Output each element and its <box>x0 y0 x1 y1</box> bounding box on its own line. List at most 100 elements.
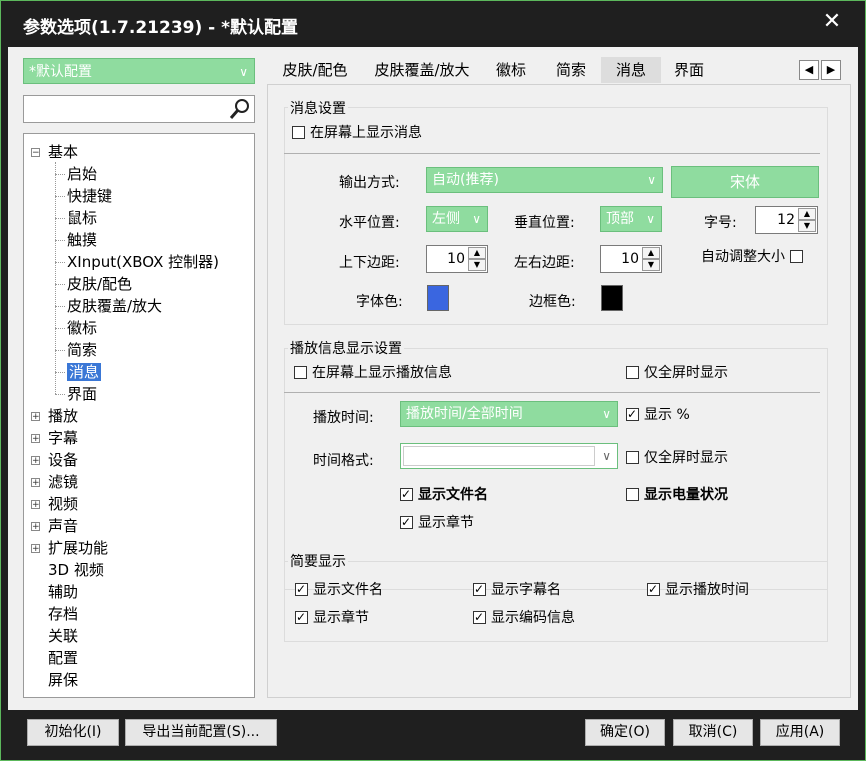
tab-next-icon[interactable]: ▶ <box>821 60 841 80</box>
tree-item[interactable]: 基本 <box>48 142 78 162</box>
spin-up-icon[interactable]: ▲ <box>468 247 486 259</box>
brief-codec-checkbox[interactable]: 显示编码信息 <box>473 608 575 627</box>
profile-value: *默认配置 <box>29 64 92 80</box>
tree-item[interactable]: 声音 <box>48 516 78 536</box>
close-icon[interactable]: ✕ <box>819 9 845 35</box>
settings-tree[interactable]: − 基本 启始 快捷键 鼠标 触摸 XInput(XBOX 控制器) 皮肤/配色 皮肤覆盖/放大… <box>23 133 255 698</box>
search-icon[interactable] <box>228 97 252 121</box>
expand-icon[interactable]: + <box>31 544 40 554</box>
tab-interface[interactable]: 界面 <box>669 57 709 83</box>
expand-icon[interactable]: + <box>31 500 40 510</box>
font-button[interactable]: 宋体 <box>671 166 819 198</box>
play-time-dropdown[interactable]: 播放时间/全部时间 ∨ <box>400 401 618 427</box>
checkbox-box[interactable] <box>400 485 413 503</box>
checkbox-box[interactable] <box>294 366 307 379</box>
tree-item[interactable]: 关联 <box>48 626 78 646</box>
show-percent-checkbox[interactable]: 显示 % <box>626 405 690 424</box>
brief-subtitle-checkbox[interactable]: 显示字幕名 <box>473 580 561 599</box>
search-input[interactable] <box>23 95 255 123</box>
tree-item[interactable]: 播放 <box>48 406 78 426</box>
output-mode-dropdown[interactable]: 自动(推荐) ∨ <box>426 167 663 193</box>
expand-icon[interactable]: + <box>31 456 40 466</box>
show-battery-checkbox[interactable]: 显示电量状况 <box>626 486 728 504</box>
fullscreen-only-checkbox[interactable]: 仅全屏时显示 <box>626 364 728 382</box>
vmargin-stepper[interactable]: 10 ▲ ▼ <box>426 245 488 273</box>
checkbox-box[interactable] <box>647 580 660 598</box>
checkbox-box[interactable] <box>626 366 639 379</box>
tree-item[interactable]: 扩展功能 <box>48 538 108 558</box>
tree-item[interactable]: 视频 <box>48 494 78 514</box>
checkbox-box[interactable] <box>295 580 308 598</box>
brief-filename-checkbox[interactable]: 显示文件名 <box>295 580 383 599</box>
tree-item[interactable]: 3D 视频 <box>48 560 104 580</box>
spin-down-icon[interactable]: ▼ <box>642 259 660 271</box>
checkbox-box[interactable] <box>292 126 305 139</box>
checkbox-box[interactable] <box>473 580 486 598</box>
cancel-button[interactable]: 取消(C) <box>673 719 753 746</box>
tab-skin-overlay[interactable]: 皮肤覆盖/放大 <box>367 57 477 83</box>
expand-icon[interactable]: + <box>31 434 40 444</box>
footer-bar: 初始化(I) 导出当前配置(S)... 确定(O) 取消(C) 应用(A) <box>1 710 865 760</box>
checkbox-box[interactable] <box>295 608 308 626</box>
tree-item[interactable]: 设备 <box>48 450 78 470</box>
tree-item[interactable]: 皮肤覆盖/放大 <box>67 296 162 316</box>
autosize-checkbox[interactable]: 自动调整大小 <box>701 248 803 266</box>
init-button[interactable]: 初始化(I) <box>27 719 119 746</box>
checkbox-box[interactable] <box>400 513 413 531</box>
tree-item[interactable]: 触摸 <box>67 230 97 250</box>
tab-logo[interactable]: 徽标 <box>491 57 531 83</box>
spin-down-icon[interactable]: ▼ <box>798 220 816 232</box>
checkbox-box[interactable] <box>626 488 639 501</box>
tree-item[interactable]: 徽标 <box>67 318 97 338</box>
tab-skin-color[interactable]: 皮肤/配色 <box>277 57 353 83</box>
checkbox-box[interactable] <box>473 608 486 626</box>
hmargin-value: 10 <box>621 251 639 267</box>
show-chapter-checkbox[interactable]: 显示章节 <box>400 513 474 532</box>
tree-item[interactable]: XInput(XBOX 控制器) <box>67 252 219 272</box>
expand-icon[interactable]: + <box>31 522 40 532</box>
brief-chapter-checkbox[interactable]: 显示章节 <box>295 608 369 627</box>
show-play-info-checkbox[interactable]: 在屏幕上显示播放信息 <box>294 364 452 382</box>
tree-item[interactable]: 存档 <box>48 604 78 624</box>
export-config-button[interactable]: 导出当前配置(S)... <box>125 719 277 746</box>
tree-item[interactable]: 消息 <box>67 362 102 382</box>
brief-playtime-checkbox[interactable]: 显示播放时间 <box>647 580 749 599</box>
tree-item[interactable]: 界面 <box>67 384 97 404</box>
apply-button[interactable]: 应用(A) <box>760 719 840 746</box>
checkbox-box[interactable] <box>626 405 639 423</box>
time-format-dropdown[interactable]: ∨ <box>400 443 618 469</box>
tree-item[interactable]: 字幕 <box>48 428 78 448</box>
tree-item[interactable]: 皮肤/配色 <box>67 274 132 294</box>
hpos-dropdown[interactable]: 左侧 ∨ <box>426 206 488 232</box>
show-filename-checkbox[interactable]: 显示文件名 <box>400 485 488 504</box>
spin-down-icon[interactable]: ▼ <box>468 259 486 271</box>
tree-item[interactable]: 快捷键 <box>67 186 112 206</box>
spin-up-icon[interactable]: ▲ <box>642 247 660 259</box>
tree-item[interactable]: 辅助 <box>48 582 78 602</box>
checkbox-box[interactable] <box>790 250 803 263</box>
profile-dropdown[interactable]: *默认配置 ∨ <box>23 58 255 84</box>
expand-icon[interactable]: + <box>31 412 40 422</box>
tab-message[interactable]: 消息 <box>601 57 661 83</box>
tab-search[interactable]: 简索 <box>551 57 591 83</box>
size-stepper[interactable]: 12 ▲ ▼ <box>755 206 818 234</box>
border-color-swatch[interactable] <box>601 285 623 311</box>
checkbox-box[interactable] <box>626 451 639 464</box>
tree-item[interactable]: 屏保 <box>48 670 78 690</box>
tree-item[interactable]: 简索 <box>67 340 97 360</box>
time-format-field[interactable] <box>403 446 595 466</box>
vpos-dropdown[interactable]: 顶部 ∨ <box>600 206 662 232</box>
tree-item[interactable]: 滤镜 <box>48 472 78 492</box>
spin-up-icon[interactable]: ▲ <box>798 208 816 220</box>
collapse-icon[interactable]: − <box>31 148 40 158</box>
tree-item[interactable]: 启始 <box>67 164 97 184</box>
ok-button[interactable]: 确定(O) <box>585 719 665 746</box>
tab-prev-icon[interactable]: ◀ <box>799 60 819 80</box>
fullscreen-only2-checkbox[interactable]: 仅全屏时显示 <box>626 449 728 467</box>
hmargin-stepper[interactable]: 10 ▲ ▼ <box>600 245 662 273</box>
font-color-swatch[interactable] <box>427 285 449 311</box>
tree-item[interactable]: 配置 <box>48 648 78 668</box>
show-message-checkbox[interactable]: 在屏幕上显示消息 <box>292 124 422 142</box>
expand-icon[interactable]: + <box>31 478 40 488</box>
tree-item[interactable]: 鼠标 <box>67 208 97 228</box>
